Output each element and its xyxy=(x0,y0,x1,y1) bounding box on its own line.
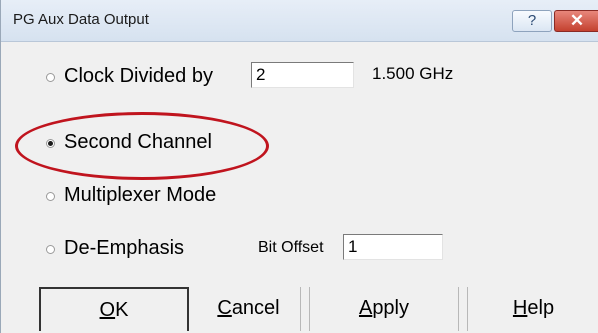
ok-button-label-rest: K xyxy=(115,299,129,321)
bit-offset-input[interactable] xyxy=(343,234,443,260)
ok-button-mnemonic: O xyxy=(99,299,116,321)
radio-label-clock-divided: Clock Divided by xyxy=(64,65,213,87)
help-button-mnemonic: H xyxy=(512,297,528,319)
ok-button[interactable]: OK xyxy=(39,287,189,331)
radio-button-de-emphasis[interactable] xyxy=(46,245,55,254)
window-title: PG Aux Data Output xyxy=(13,11,149,28)
clock-divider-input[interactable] xyxy=(251,62,354,88)
apply-button-label-rest: pply xyxy=(372,297,410,319)
radio-button-multiplexer-mode[interactable] xyxy=(46,192,55,201)
apply-button[interactable]: Apply xyxy=(309,287,459,331)
cancel-button-mnemonic: C xyxy=(217,297,232,319)
apply-button-mnemonic: A xyxy=(358,297,373,319)
radio-label-second-channel: Second Channel xyxy=(64,131,212,153)
radio-label-de-emphasis: De-Emphasis xyxy=(64,237,185,259)
clock-frequency-readout: 1.500 GHz xyxy=(372,64,454,83)
radio-button-second-channel[interactable] xyxy=(46,139,55,148)
radio-button-clock-divided[interactable] xyxy=(46,73,55,82)
aux-data-output-dialog: PG Aux Data Output ? ✕ Clock Divided by … xyxy=(0,0,598,333)
radio-label-multiplexer-mode: Multiplexer Mode xyxy=(64,184,217,206)
bit-offset-label: Bit Offset xyxy=(258,239,324,256)
close-icon[interactable]: ✕ xyxy=(554,10,598,32)
title-bar[interactable]: PG Aux Data Output ? ✕ xyxy=(1,0,598,42)
cancel-button-label-rest: ancel xyxy=(231,297,280,319)
help-button-label-rest: elp xyxy=(527,297,555,319)
help-button[interactable]: Help xyxy=(467,287,598,331)
help-icon[interactable]: ? xyxy=(512,10,552,32)
cancel-button[interactable]: Cancel xyxy=(197,287,301,331)
